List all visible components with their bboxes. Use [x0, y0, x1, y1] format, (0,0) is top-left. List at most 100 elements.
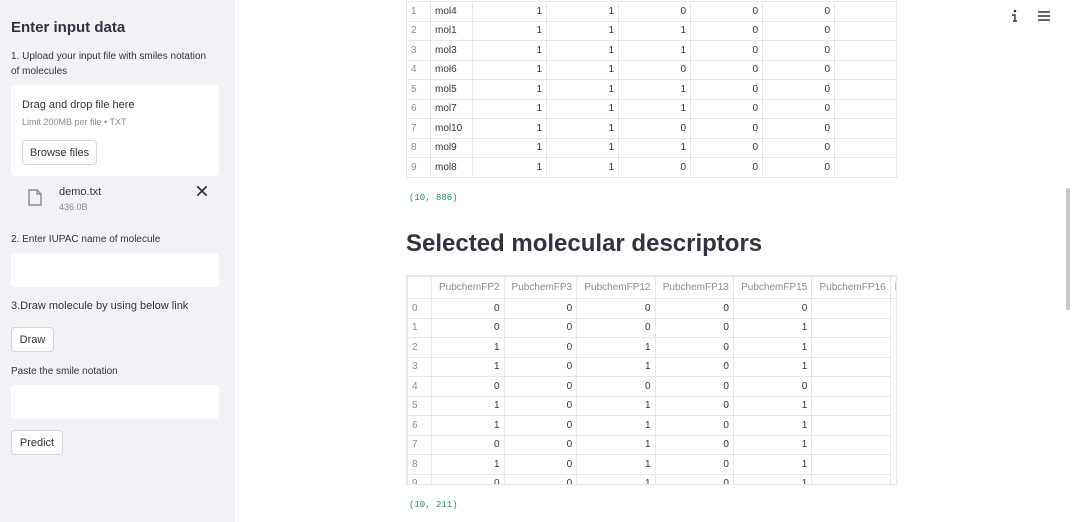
index-header: [407, 276, 432, 299]
column-header[interactable]: P: [889, 276, 896, 299]
column-header[interactable]: PubchemFP2: [431, 276, 505, 299]
table-cell: [811, 376, 891, 397]
table-cell: 1: [546, 59, 619, 80]
draw-button[interactable]: Draw: [11, 327, 54, 352]
row-index: 6: [406, 98, 431, 119]
table-cell: mol8: [430, 157, 473, 178]
table-cell: [834, 157, 897, 178]
table-cell: 0: [576, 317, 656, 338]
table-cell: 0: [503, 376, 578, 397]
table-cell: [811, 454, 891, 475]
table-row: 310101: [407, 356, 897, 377]
table-cell: mol9: [430, 137, 473, 158]
column-header[interactable]: PubchemFP3: [503, 276, 578, 299]
file-uploader-dropzone[interactable]: Drag and drop file here Limit 200MB per …: [11, 85, 219, 176]
smile-notation-input[interactable]: [11, 385, 219, 419]
table-cell: [811, 298, 891, 319]
page-scrollbar[interactable]: [1066, 188, 1070, 310]
sidebar-title: Enter input data: [11, 19, 126, 36]
info-icon[interactable]: [1006, 8, 1022, 24]
table-cell: 0: [654, 454, 734, 475]
table-row: 7 mol10 1 1 0 0 0: [406, 118, 897, 139]
table-cell: 1: [546, 157, 619, 178]
table-cell: 1: [732, 434, 813, 455]
table-cell: 0: [503, 298, 578, 319]
table-cell: 1: [472, 79, 547, 100]
table-cell: 0: [690, 20, 763, 41]
table-cell: 0: [762, 79, 835, 100]
table-row: 900101: [407, 473, 897, 484]
table-cell: 1: [546, 79, 619, 100]
table-row: 5 mol5 1 1 1 0 0: [406, 79, 897, 100]
table-cell: [811, 415, 891, 436]
table-cell: 1: [732, 337, 813, 358]
draw-heading: 3.Draw molecule by using below link: [11, 300, 189, 312]
table-cell: 1: [546, 20, 619, 41]
table-cell: mol10: [430, 118, 473, 139]
table-cell: [834, 40, 897, 61]
table-cell: 0: [762, 40, 835, 61]
table-cell: 0: [690, 118, 763, 139]
remove-file-icon[interactable]: [195, 184, 209, 198]
table-cell: [834, 20, 897, 41]
table-row: 1 mol4 1 1 0 0 0: [406, 1, 897, 22]
table-cell: 0: [503, 434, 578, 455]
table-cell: mol4: [430, 1, 473, 22]
descriptor-dataframe[interactable]: PubchemFP2 PubchemFP3 PubchemFP12 PubchemFP…: [406, 275, 897, 485]
table-cell: 1: [472, 98, 547, 119]
table-cell: 0: [503, 454, 578, 475]
row-index: 1: [407, 317, 432, 338]
table-cell: [834, 118, 897, 139]
table-cell: 1: [618, 137, 691, 158]
column-header[interactable]: PubchemFP12: [576, 276, 656, 299]
table-cell: 1: [576, 356, 656, 377]
column-header[interactable]: PubchemFP13: [654, 276, 734, 299]
table-cell: 1: [546, 98, 619, 119]
table-row: 700101: [407, 434, 897, 455]
table-cell: 1: [732, 356, 813, 377]
table-cell: mol1: [430, 20, 473, 41]
table-cell: 0: [690, 157, 763, 178]
table-cell: 0: [690, 79, 763, 100]
iupac-name-input[interactable]: [11, 253, 219, 287]
row-index: 9: [406, 157, 431, 178]
table-cell: 0: [732, 376, 813, 397]
row-index: 6: [407, 415, 432, 436]
table-cell: [811, 434, 891, 455]
browse-files-button[interactable]: Browse files: [22, 140, 97, 165]
table-cell: 0: [690, 59, 763, 80]
column-header[interactable]: PubchemFP16: [811, 276, 891, 299]
row-index: 0: [407, 298, 432, 319]
predict-button[interactable]: Predict: [11, 430, 63, 455]
column-header[interactable]: PubchemFP15: [732, 276, 813, 299]
table-cell: 0: [762, 1, 835, 22]
table-cell: [834, 79, 897, 100]
input-dataframe[interactable]: 1 mol4 1 1 0 0 0 2 mol1 1 1 1 0 0 3 mol3 1 1 1 0 0 4 mol6 1 1 0 0 0…: [406, 1, 897, 178]
table-cell: 1: [732, 317, 813, 338]
table-cell: [811, 317, 891, 338]
table-cell: 0: [762, 137, 835, 158]
table-row: 000000: [407, 298, 897, 319]
table-cell: 0: [618, 118, 691, 139]
uploaded-file-name: demo.txt: [59, 186, 102, 198]
table-row: 4 mol6 1 1 0 0 0: [406, 59, 897, 80]
table-cell: 1: [472, 157, 547, 178]
table-cell: 0: [431, 434, 505, 455]
row-index: 7: [407, 434, 432, 455]
table-cell: 1: [546, 118, 619, 139]
table-row: 510101: [407, 395, 897, 416]
hamburger-menu-icon[interactable]: [1036, 8, 1052, 24]
table-cell: 0: [732, 298, 813, 319]
table-cell: 1: [472, 40, 547, 61]
table-cell: 1: [618, 79, 691, 100]
row-index: 2: [407, 337, 432, 358]
table-cell: 0: [503, 317, 578, 338]
upload-label: 1. Upload your input file with smiles no…: [11, 51, 207, 77]
table-cell: 0: [690, 1, 763, 22]
row-index: 2: [406, 20, 431, 41]
table-cell: [811, 356, 891, 377]
table-cell: 0: [618, 157, 691, 178]
table-cell: [834, 59, 897, 80]
row-index: 1: [406, 1, 431, 22]
table-cell: [834, 1, 897, 22]
